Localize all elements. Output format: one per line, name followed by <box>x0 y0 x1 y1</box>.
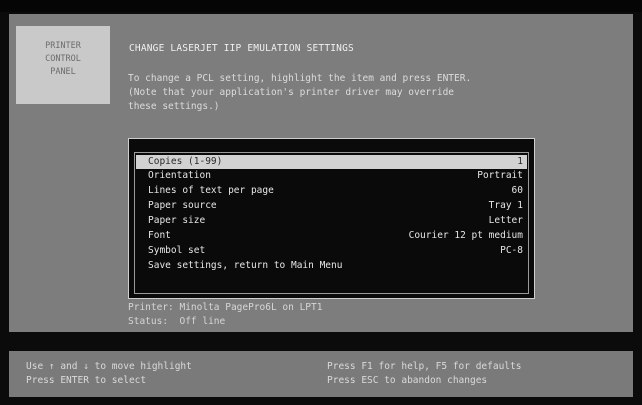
instruction-line-1: To change a PCL setting, highlight the i… <box>128 73 472 84</box>
printer-name: Printer: Minolta PagePro6L on LPT1 <box>128 302 323 313</box>
instruction-line-3: these settings.) <box>128 101 220 112</box>
printer-status: Printer: Minolta PagePro6L on LPT1 Statu… <box>128 301 322 329</box>
menu-item-label: Symbol set <box>148 245 206 256</box>
hint-help: Press F1 for help, F5 for defaults <box>327 361 522 372</box>
menu-item-value: Portrait <box>477 170 523 181</box>
screen-title: CHANGE LASERJET IIP EMULATION SETTINGS <box>129 43 354 54</box>
printer-control-panel-logo: PRINTER CONTROL PANEL <box>16 26 110 104</box>
menu-item-label: Copies (1-99) <box>148 156 223 167</box>
menu-item-value: Courier 12 pt medium <box>408 230 523 241</box>
menu-item-value: 60 <box>511 185 523 196</box>
menu-item-value: PC-8 <box>500 245 523 256</box>
hint-move: Use ↑ and ↓ to move highlight <box>26 361 192 372</box>
instruction-line-2: (Note that your application's printer dr… <box>128 87 455 98</box>
settings-list: Copies (1-99) 1 Orientation Portrait Lin… <box>134 152 529 294</box>
settings-menu: Copies (1-99) 1 Orientation Portrait Lin… <box>128 138 535 299</box>
hint-abandon: Press ESC to abandon changes <box>327 375 488 386</box>
menu-item-paper-size[interactable]: Paper size Letter <box>136 214 527 228</box>
menu-item-lines-per-page[interactable]: Lines of text per page 60 <box>136 184 527 198</box>
logo-line-3: PANEL <box>50 67 76 77</box>
menu-item-label: Lines of text per page <box>148 185 274 196</box>
menu-item-value: 1 <box>517 156 523 167</box>
menu-item-label: Save settings, return to Main Menu <box>148 260 343 271</box>
logo-line-1: PRINTER <box>45 41 81 51</box>
hint-select: Press ENTER to select <box>26 375 147 386</box>
menu-item-label: Orientation <box>148 170 211 181</box>
status-text: Status: Off line <box>128 316 226 327</box>
main-panel: PRINTER CONTROL PANEL CHANGE LASERJET II… <box>9 14 633 332</box>
instructions: To change a PCL setting, highlight the i… <box>128 72 471 114</box>
help-footer: Use ↑ and ↓ to move highlight Press ENTE… <box>9 351 633 397</box>
menu-item-label: Paper size <box>148 215 206 226</box>
menu-item-value: Letter <box>488 215 523 226</box>
menu-item-label: Paper source <box>148 200 217 211</box>
menu-item-copies[interactable]: Copies (1-99) 1 <box>136 155 527 169</box>
menu-item-value: Tray 1 <box>488 200 523 211</box>
menu-item-paper-source[interactable]: Paper source Tray 1 <box>136 199 527 213</box>
menu-item-label: Font <box>148 230 171 241</box>
top-border <box>0 0 642 12</box>
menu-item-font[interactable]: Font Courier 12 pt medium <box>136 229 527 243</box>
logo-line-2: CONTROL <box>45 54 81 64</box>
menu-item-save-settings[interactable]: Save settings, return to Main Menu <box>136 259 527 273</box>
menu-item-orientation[interactable]: Orientation Portrait <box>136 169 527 183</box>
menu-item-symbol-set[interactable]: Symbol set PC-8 <box>136 244 527 258</box>
